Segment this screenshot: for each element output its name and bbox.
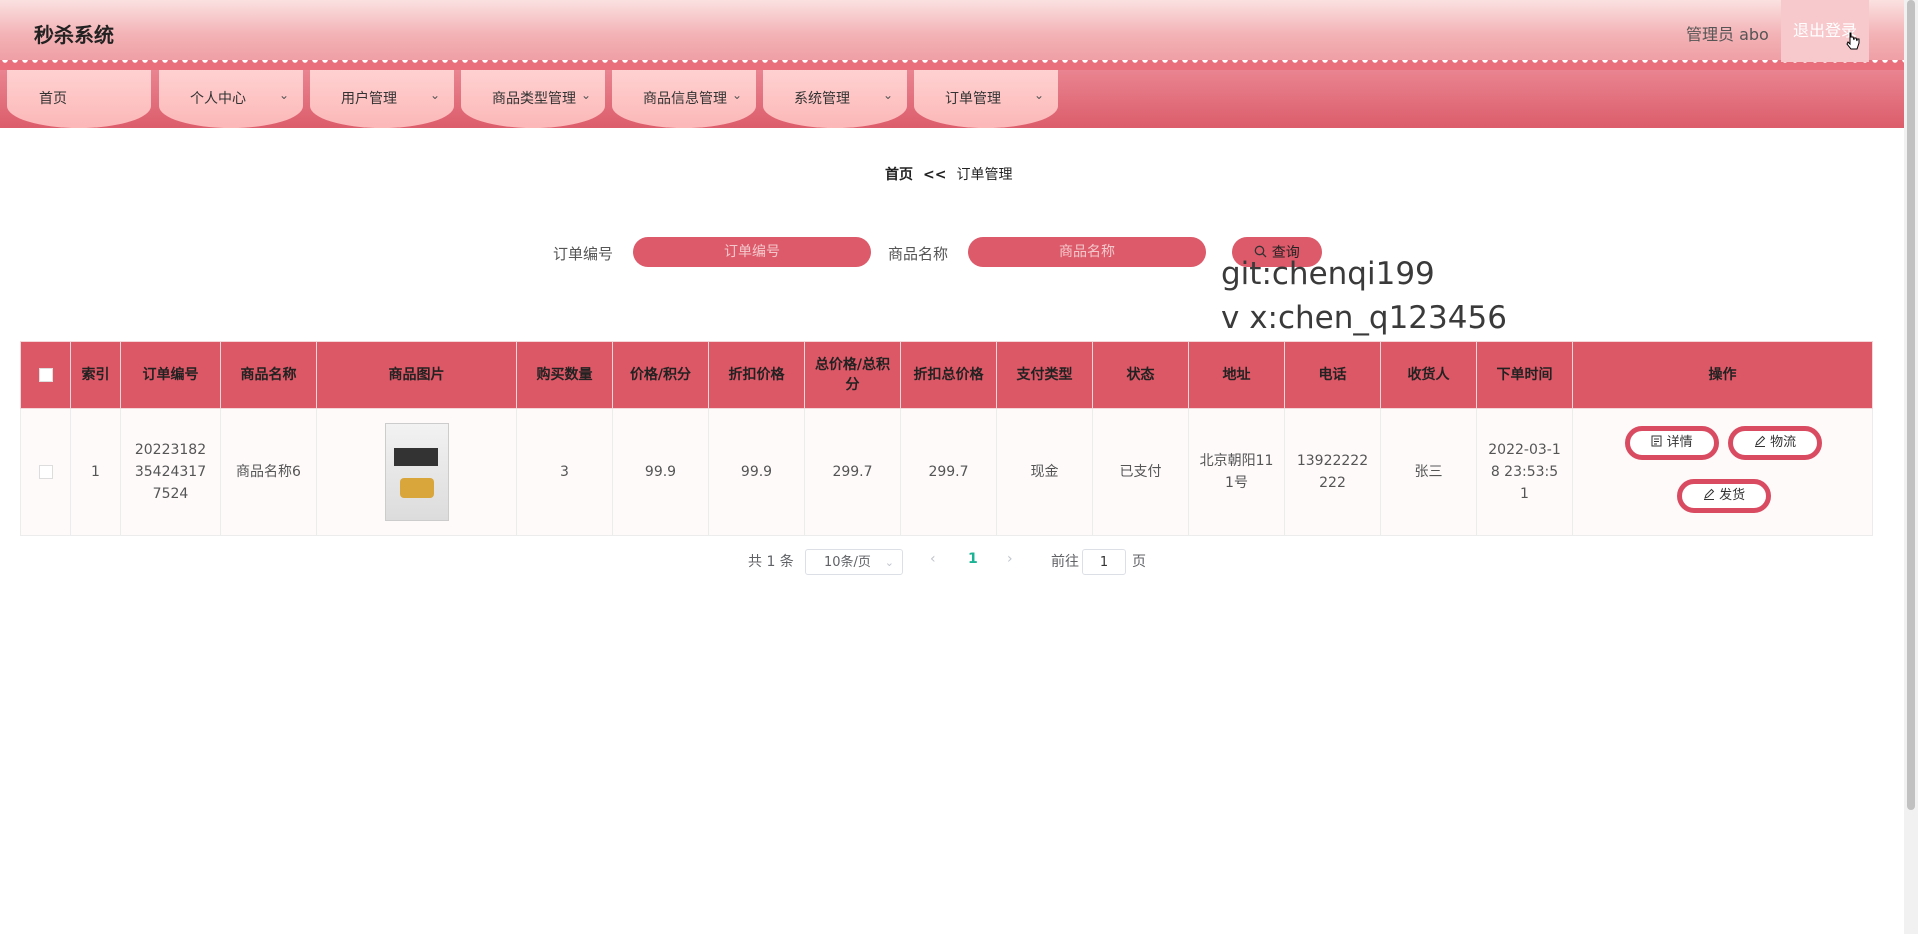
cell-product-image — [316, 408, 517, 536]
header-scallop-border — [0, 60, 1904, 70]
chevron-down-icon: ⌄ — [429, 88, 440, 102]
ship-button[interactable]: 发货 — [1677, 479, 1771, 513]
nav-item-product-info-management[interactable]: 商品信息管理 ⌄ — [612, 70, 756, 128]
cell-receiver: 张三 — [1380, 408, 1477, 536]
logistics-button[interactable]: 物流 — [1728, 426, 1822, 460]
chevron-down-icon: ⌄ — [278, 88, 289, 102]
col-header-quantity: 购买数量 — [516, 341, 613, 409]
chevron-down-icon: ⌄ — [882, 88, 893, 102]
col-header-product-image: 商品图片 — [316, 341, 517, 409]
nav-item-home[interactable]: 首页 — [7, 70, 151, 128]
row-checkbox[interactable] — [20, 408, 71, 536]
col-header-phone: 电话 — [1284, 341, 1381, 409]
cell-price: 99.9 — [612, 408, 709, 536]
table-row: 1 20223182354243177524 商品名称6 3 99.9 99.9… — [20, 408, 1873, 536]
breadcrumb-separator: << — [923, 167, 947, 183]
app-title: 秒杀系统 — [34, 23, 114, 47]
product-name-label: 商品名称 — [888, 245, 949, 263]
product-image — [384, 423, 449, 521]
select-all-checkbox[interactable] — [20, 341, 71, 409]
goto-page-input[interactable]: 1 — [1082, 549, 1126, 575]
cell-order-no: 20223182354243177524 — [120, 408, 221, 536]
col-header-status: 状态 — [1092, 341, 1189, 409]
cell-order-time: 2022-03-18 23:53:51 — [1476, 408, 1573, 536]
order-table: 索引 订单编号 商品名称 商品图片 购买数量 价格/积分 折扣价格 总价格/总积… — [20, 341, 1873, 536]
admin-username: 管理员 abo — [1686, 25, 1769, 44]
cell-product-name: 商品名称6 — [220, 408, 317, 536]
nav-item-system-management[interactable]: 系统管理 ⌄ — [763, 70, 907, 128]
product-name-input[interactable]: 商品名称 — [968, 237, 1206, 267]
col-header-index: 索引 — [70, 341, 121, 409]
nav-item-product-type-management[interactable]: 商品类型管理 ⌄ — [461, 70, 605, 128]
pointer-cursor-icon — [1846, 32, 1860, 50]
top-header — [0, 0, 1904, 62]
page-size-value: 10条/页 — [824, 555, 871, 570]
cell-total: 299.7 — [804, 408, 901, 536]
cell-index: 1 — [70, 408, 121, 536]
table-header-row: 索引 订单编号 商品名称 商品图片 购买数量 价格/积分 折扣价格 总价格/总积… — [20, 341, 1873, 409]
col-header-pay-type: 支付类型 — [996, 341, 1093, 409]
col-header-total: 总价格/总积分 — [804, 341, 901, 409]
cell-actions: 详情 物流 发货 — [1572, 408, 1873, 536]
nav-label: 系统管理 — [794, 91, 850, 107]
nav-label: 商品类型管理 — [492, 91, 576, 107]
breadcrumb-current: 订单管理 — [956, 167, 1013, 183]
detail-button-label: 详情 — [1666, 435, 1693, 450]
page-size-select[interactable]: 10条/页 ⌄ — [805, 549, 903, 575]
page-number-current[interactable]: 1 — [968, 551, 978, 567]
cell-status: 已支付 — [1092, 408, 1189, 536]
nav-label: 个人中心 — [190, 91, 246, 107]
nav-label: 商品信息管理 — [643, 91, 727, 107]
cell-discount-price: 99.9 — [708, 408, 805, 536]
edit-icon — [1703, 488, 1715, 500]
scrollbar-thumb[interactable] — [1907, 0, 1915, 810]
next-page-icon[interactable]: › — [1007, 551, 1013, 567]
prev-page-icon[interactable]: ‹ — [930, 551, 936, 567]
cell-address: 北京朝阳111号 — [1188, 408, 1285, 536]
ship-button-label: 发货 — [1719, 488, 1746, 503]
watermark-line-2: v x:chen_q123456 — [1221, 300, 1507, 336]
cell-discount-total: 299.7 — [900, 408, 997, 536]
watermark-line-1: git:chenqi199 — [1221, 256, 1435, 292]
goto-label: 前往 — [1051, 554, 1079, 570]
detail-button[interactable]: 详情 — [1625, 426, 1719, 460]
cell-pay-type: 现金 — [996, 408, 1093, 536]
nav-item-user-management[interactable]: 用户管理 ⌄ — [310, 70, 454, 128]
nav-label: 订单管理 — [945, 91, 1001, 107]
nav-item-personal-center[interactable]: 个人中心 ⌄ — [159, 70, 303, 128]
col-header-discount-total: 折扣总价格 — [900, 341, 997, 409]
breadcrumb: 首页 << 订单管理 — [885, 164, 1012, 184]
chevron-down-icon: ⌄ — [580, 88, 591, 102]
chevron-down-icon: ⌄ — [884, 556, 894, 569]
col-header-product-name: 商品名称 — [220, 341, 317, 409]
col-header-discount-price: 折扣价格 — [708, 341, 805, 409]
col-header-actions: 操作 — [1572, 341, 1873, 409]
order-no-input[interactable]: 订单编号 — [633, 237, 871, 267]
breadcrumb-home[interactable]: 首页 — [885, 167, 913, 183]
page-unit-label: 页 — [1132, 554, 1146, 570]
col-header-price: 价格/积分 — [612, 341, 709, 409]
nav-label: 首页 — [39, 91, 67, 107]
edit-icon — [1754, 435, 1766, 447]
cell-phone: 13922222222 — [1284, 408, 1381, 536]
order-no-label: 订单编号 — [553, 245, 614, 263]
cell-quantity: 3 — [516, 408, 613, 536]
pagination-total: 共 1 条 — [748, 554, 794, 570]
nav-item-order-management[interactable]: 订单管理 ⌄ — [914, 70, 1058, 128]
chevron-down-icon: ⌄ — [1033, 88, 1044, 102]
col-header-address: 地址 — [1188, 341, 1285, 409]
col-header-order-no: 订单编号 — [120, 341, 221, 409]
col-header-order-time: 下单时间 — [1476, 341, 1573, 409]
col-header-receiver: 收货人 — [1380, 341, 1477, 409]
logistics-button-label: 物流 — [1770, 435, 1797, 450]
nav-label: 用户管理 — [341, 91, 397, 107]
chevron-down-icon: ⌄ — [731, 88, 742, 102]
document-icon — [1651, 435, 1662, 447]
